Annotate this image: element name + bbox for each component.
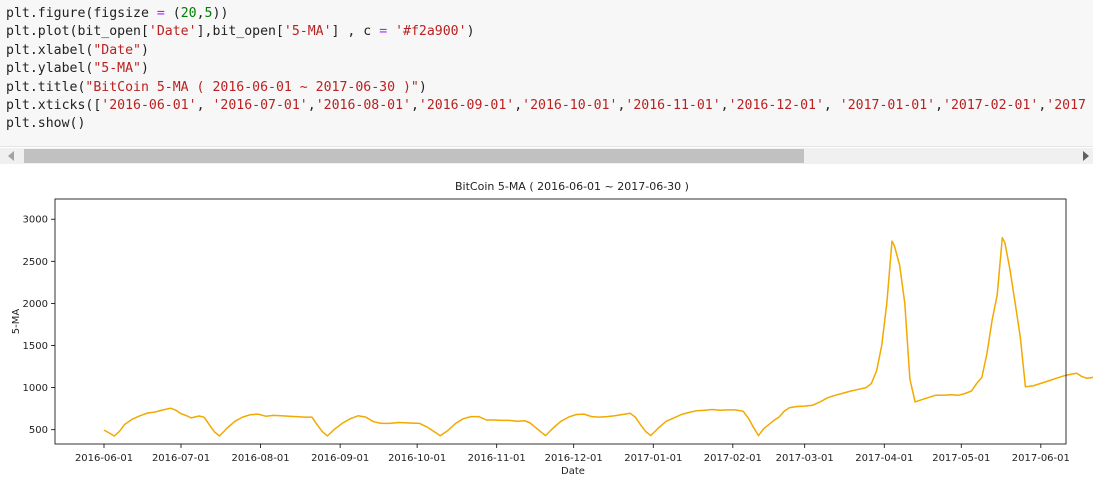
code-token: (: [164, 6, 181, 21]
code-token: '5-MA': [283, 24, 332, 40]
x-tick-label: 2016-07-01: [152, 453, 210, 464]
x-tick-label: 2016-08-01: [232, 453, 290, 464]
code-token: ] , c: [331, 24, 380, 40]
x-tick-label: 2016-06-01: [75, 453, 133, 464]
line-chart: BitCoin 5-MA ( 2016-06-01 ~ 2017-06-30 )…: [11, 180, 1093, 477]
code-token: '2017-01-01': [839, 97, 936, 113]
code-token: '2017: [1046, 97, 1086, 113]
code-token: ,: [196, 6, 205, 21]
code-token: '#f2a900': [395, 24, 467, 40]
x-tick-label: 2016-11-01: [468, 453, 526, 464]
code-token: ,: [196, 97, 213, 113]
axes-frame: [54, 198, 1067, 445]
code-line: plt.xlabel("Date"): [6, 42, 1086, 60]
code-token: plt.xlabel(: [6, 42, 94, 58]
x-tick-label: 2017-03-01: [776, 453, 834, 464]
code-token: =: [156, 6, 165, 21]
code-token: ,: [935, 97, 944, 113]
y-tick-label: 3000: [23, 215, 48, 226]
code-token: '2016-12-01': [728, 97, 824, 113]
code-token: ,: [514, 97, 523, 113]
code-token: "Date": [93, 42, 141, 58]
code-token: ): [418, 79, 427, 95]
y-tick-label: 2500: [23, 257, 48, 268]
code-token: ],bit_open[: [196, 24, 284, 40]
chart-title: BitCoin 5-MA ( 2016-06-01 ~ 2017-06-30 ): [455, 180, 689, 193]
y-axis-ticks: 500 1000 1500 2000 2500 3000: [23, 215, 55, 436]
code-token: ): [140, 61, 149, 77]
code-line: plt.title("BitCoin 5-MA ( 2016-06-01 ~ 2…: [6, 79, 1086, 97]
code-token: "BitCoin 5-MA ( 2016-06-01 ~ 2017-06-30 …: [85, 79, 419, 95]
x-tick-label: 2017-05-01: [932, 453, 990, 464]
code-token: plt.show(): [6, 116, 86, 132]
code-cell[interactable]: plt.figure(figsize = (20,5)) plt.plot(bit…: [0, 0, 1093, 147]
code-token: )): [212, 6, 229, 21]
code-token: '2017-02-01': [943, 97, 1039, 113]
x-tick-label: 2016-09-01: [311, 453, 369, 464]
code-token: "5-MA": [93, 61, 141, 77]
code-token: =: [379, 24, 388, 40]
code-token: '2016-08-01': [315, 97, 411, 113]
code-token: plt.plot(bit_open[: [6, 24, 149, 40]
code-line: plt.plot(bit_open['Date'],bit_open['5-MA…: [6, 23, 1086, 41]
code-token: plt.xticks([: [6, 97, 102, 113]
series-line-5ma: [103, 236, 1093, 437]
code-token: '2016-09-01': [418, 97, 515, 113]
code-token: ): [140, 42, 149, 58]
code-line: plt.ylabel("5-MA"): [6, 60, 1086, 78]
code-token: ,: [307, 97, 316, 113]
code-token: 'Date': [148, 24, 197, 40]
x-tick-label: 2017-06-01: [1012, 453, 1070, 464]
code-token: '2016-07-01': [212, 97, 308, 113]
scroll-right-arrow-icon[interactable]: [1083, 151, 1089, 161]
x-tick-label: 2017-01-01: [624, 453, 682, 464]
code-token: 5: [204, 6, 213, 21]
code-token: plt.ylabel(: [6, 61, 94, 77]
x-axis-label: Date: [561, 466, 585, 477]
scroll-left-arrow-icon[interactable]: [8, 151, 14, 161]
code-editor[interactable]: plt.figure(figsize = (20,5)) plt.plot(bit…: [6, 5, 1086, 134]
x-tick-label: 2016-10-01: [388, 453, 446, 464]
x-tick-label: 2016-12-01: [545, 453, 603, 464]
code-line: plt.xticks(['2016-06-01', '2016-07-01','…: [6, 97, 1086, 115]
x-axis-ticks: 2016-06-01 2016-07-01 2016-08-01 2016-09-01…: [75, 444, 1070, 464]
horizontal-scrollbar[interactable]: [0, 148, 1093, 164]
code-token: ,: [410, 97, 419, 113]
scrollbar-thumb[interactable]: [24, 149, 804, 163]
code-token: plt.title(: [6, 79, 86, 95]
code-token: plt.figure(figsize: [6, 6, 157, 21]
y-axis-label: 5-MA: [11, 309, 22, 335]
code-line: plt.figure(figsize = (20,5)): [6, 5, 1086, 23]
code-line: plt.show(): [6, 115, 1086, 133]
y-tick-label: 500: [29, 425, 48, 436]
code-token: ): [466, 24, 475, 40]
code-token: ,: [823, 97, 840, 113]
code-token: '2016-06-01': [101, 97, 197, 113]
y-tick-label: 1000: [23, 383, 48, 394]
x-tick-label: 2017-02-01: [704, 453, 762, 464]
y-tick-label: 1500: [23, 341, 48, 352]
code-token: ,: [720, 97, 729, 113]
code-token: '2016-10-01': [522, 97, 618, 113]
x-tick-label: 2017-04-01: [855, 453, 913, 464]
code-token: '2016-11-01': [625, 97, 721, 113]
code-token: 20: [180, 6, 197, 21]
y-tick-label: 2000: [23, 299, 48, 310]
